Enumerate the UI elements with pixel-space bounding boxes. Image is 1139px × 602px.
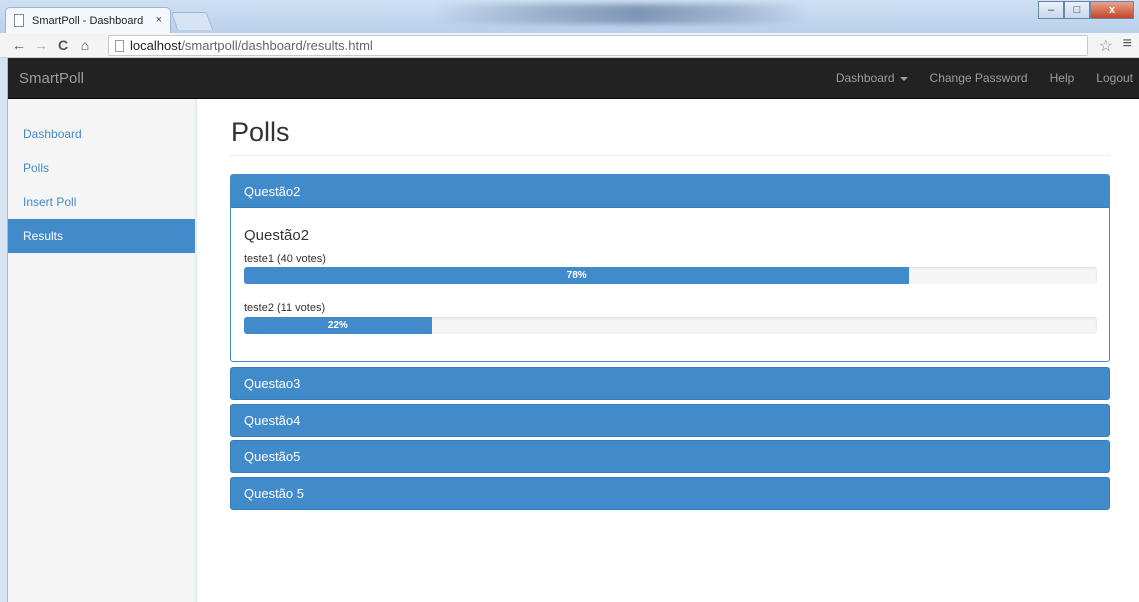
sidebar: Dashboard Polls Insert Poll Results xyxy=(8,99,196,602)
poll-panel-header[interactable]: Questão2 xyxy=(231,175,1109,208)
address-bar[interactable]: localhost/smartpoll/dashboard/results.ht… xyxy=(108,35,1088,56)
close-window-button[interactable]: x xyxy=(1090,1,1134,19)
poll-panel-header[interactable]: Questão4 xyxy=(230,404,1110,437)
close-tab-icon[interactable]: × xyxy=(156,14,162,26)
window-controls: – □ x xyxy=(1038,1,1134,19)
address-path: /smartpoll/dashboard/results.html xyxy=(181,38,373,53)
browser-tab[interactable]: SmartPoll - Dashboard × xyxy=(5,7,171,33)
option-label: teste2 (11 votes) xyxy=(244,302,326,314)
tab-title: SmartPoll - Dashboard xyxy=(32,14,144,27)
poll-panel-header[interactable]: Questão 5 xyxy=(230,477,1110,510)
poll-panel-expanded: Questão2 Questão2 teste1 (40 votes) 78% … xyxy=(230,174,1110,362)
sidebar-item-polls[interactable]: Polls xyxy=(8,151,195,185)
forward-icon[interactable]: → xyxy=(30,37,52,53)
menu-icon[interactable]: ≡ xyxy=(1123,35,1132,53)
nav-dashboard-dropdown[interactable]: Dashboard xyxy=(836,71,908,85)
reload-icon[interactable]: C xyxy=(52,37,74,53)
page-title: Polls xyxy=(231,117,290,147)
poll-panel-header[interactable]: Questao3 xyxy=(230,367,1110,400)
nav-logout[interactable]: Logout xyxy=(1096,71,1133,85)
home-icon[interactable]: ⌂ xyxy=(74,37,96,53)
main-content: Polls Questão2 Questão2 teste1 (40 votes… xyxy=(197,99,1139,602)
sidebar-item-results[interactable]: Results xyxy=(8,219,195,253)
sidebar-item-dashboard[interactable]: Dashboard xyxy=(8,117,195,151)
poll-panel-header[interactable]: Questão5 xyxy=(230,440,1110,473)
browser-title-bar: SmartPoll - Dashboard × – □ x xyxy=(0,0,1139,33)
progress-bar: 78% xyxy=(244,267,1097,284)
bookmark-star-icon[interactable]: ☆ xyxy=(1099,36,1113,56)
window-border xyxy=(0,58,8,602)
app-navbar: SmartPoll Dashboard Change Password Help… xyxy=(8,58,1139,99)
nav-change-password[interactable]: Change Password xyxy=(930,71,1028,85)
nav-dashboard-label: Dashboard xyxy=(835,71,895,85)
option-label: teste1 (40 votes) xyxy=(244,253,326,265)
nav-help[interactable]: Help xyxy=(1050,71,1075,85)
new-tab-button[interactable] xyxy=(170,12,214,30)
page-icon xyxy=(14,14,24,27)
brand-link[interactable]: SmartPoll xyxy=(19,70,84,87)
divider xyxy=(230,155,1110,156)
caret-down-icon xyxy=(899,76,908,81)
minimize-button[interactable]: – xyxy=(1038,1,1064,19)
page-icon xyxy=(115,39,124,52)
back-icon[interactable]: ← xyxy=(8,37,30,53)
sidebar-item-insert-poll[interactable]: Insert Poll xyxy=(8,185,195,219)
progress-fill: 78% xyxy=(244,267,910,284)
progress-fill: 22% xyxy=(244,317,432,334)
progress-bar: 22% xyxy=(244,317,1097,334)
maximize-button[interactable]: □ xyxy=(1064,1,1090,19)
browser-toolbar: ← → C ⌂ localhost/smartpoll/dashboard/re… xyxy=(0,33,1139,58)
question-title: Questão2 xyxy=(244,227,310,244)
blurred-window-title xyxy=(430,4,810,24)
address-host: localhost xyxy=(130,38,182,53)
